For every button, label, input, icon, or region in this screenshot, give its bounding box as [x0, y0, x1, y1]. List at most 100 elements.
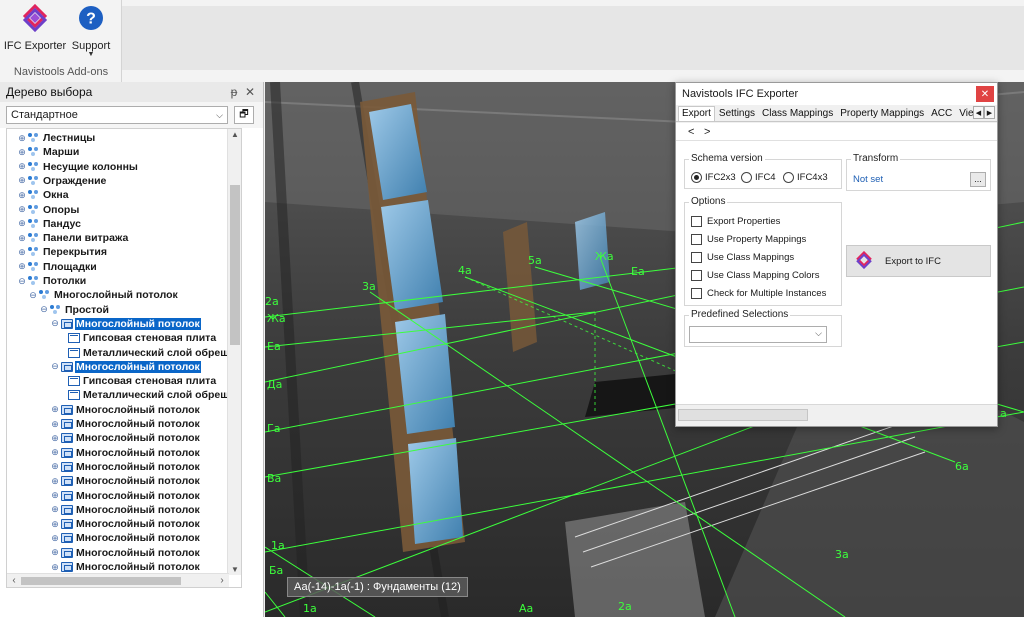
- back-icon[interactable]: <: [688, 126, 704, 138]
- collapse-icon[interactable]: ⊖: [39, 304, 49, 315]
- expand-icon[interactable]: ⊕: [17, 161, 27, 172]
- tree-node[interactable]: ⊕ Многослойный потолок: [50, 531, 201, 545]
- transform-value[interactable]: Not set: [853, 174, 883, 185]
- tab-export[interactable]: Export: [678, 106, 715, 121]
- expand-icon[interactable]: ⊕: [50, 504, 60, 515]
- tree-node[interactable]: ⊕ Многослойный потолок: [50, 503, 201, 517]
- tree-node[interactable]: ⊕ Многослойный потолок: [50, 546, 201, 560]
- tree-node[interactable]: ⊕ Опоры: [17, 203, 80, 217]
- pin-icon[interactable]: ᵽ: [227, 85, 241, 99]
- expand-icon[interactable]: ⊕: [50, 562, 60, 573]
- tree-node[interactable]: Гипсовая стеновая плита: [67, 331, 217, 345]
- checkbox-box[interactable]: [691, 252, 702, 263]
- scroll-up-icon[interactable]: ▲: [228, 130, 241, 139]
- tree-node[interactable]: ⊕ Пандус: [17, 217, 82, 231]
- tab-property-mappings[interactable]: Property Mappings: [837, 107, 927, 121]
- tree-node[interactable]: ⊖ Потолки: [17, 274, 87, 288]
- tree-node[interactable]: ⊕ Многослойный потолок: [50, 403, 201, 417]
- hscroll-thumb[interactable]: [21, 577, 181, 585]
- expand-icon[interactable]: ⊕: [17, 204, 27, 215]
- expand-icon[interactable]: ⊕: [50, 490, 60, 501]
- expand-icon[interactable]: ⊕: [50, 419, 60, 430]
- radio-ifc4x3[interactable]: IFC4x3: [783, 172, 828, 183]
- expand-icon[interactable]: ⊕: [17, 175, 27, 186]
- scroll-left-icon[interactable]: ‹: [7, 574, 21, 587]
- scroll-down-icon[interactable]: ▼: [228, 565, 241, 574]
- expand-icon[interactable]: ⊕: [50, 404, 60, 415]
- tree-node[interactable]: ⊕ Многослойный потолок: [50, 446, 201, 460]
- tree-node[interactable]: ⊕ Перекрытия: [17, 245, 108, 259]
- radio-ifc4[interactable]: IFC4: [741, 172, 776, 183]
- tree-node[interactable]: ⊖ Простой: [39, 303, 110, 317]
- tree-node[interactable]: ⊕ Многослойный потолок: [50, 474, 201, 488]
- expand-icon[interactable]: ⊕: [50, 461, 60, 472]
- tree-node[interactable]: Металлический слой обрешетки: [67, 346, 241, 360]
- checkbox-box[interactable]: [691, 288, 702, 299]
- expand-icon[interactable]: ⊕: [17, 147, 27, 158]
- checkbox-box[interactable]: [691, 216, 702, 227]
- tree-node[interactable]: ⊕ Многослойный потолок: [50, 460, 201, 474]
- tree-node[interactable]: ⊕ Лестницы: [17, 131, 96, 145]
- tab-scroll-left-icon[interactable]: ◀: [973, 106, 984, 119]
- radio-ifc4-button[interactable]: [741, 172, 752, 183]
- expand-icon[interactable]: ⊕: [17, 233, 27, 244]
- expand-icon[interactable]: ⊕: [50, 519, 60, 530]
- tree-node[interactable]: ⊕ Площадки: [17, 260, 98, 274]
- selection-tree[interactable]: ⊕ Лестницы ⊕ Марши ⊕ Несущие колонны ⊕ Огражден…: [6, 128, 242, 588]
- tree-node[interactable]: ⊕ Ограждение: [17, 174, 107, 188]
- vertical-scrollbar[interactable]: ▲ ▼: [227, 129, 241, 575]
- support-button[interactable]: ? Support ▼: [66, 4, 116, 58]
- transform-browse-button[interactable]: ...: [970, 172, 986, 187]
- close-icon[interactable]: ✕: [243, 85, 257, 99]
- expand-icon[interactable]: ⊕: [50, 433, 60, 444]
- tree-node[interactable]: ⊖ Многослойный потолок: [50, 317, 201, 331]
- collapse-icon[interactable]: ⊖: [50, 361, 60, 372]
- tree-node[interactable]: ⊕ Многослойный потолок: [50, 417, 201, 431]
- tab-settings[interactable]: Settings: [716, 107, 758, 121]
- close-icon[interactable]: ✕: [976, 86, 994, 102]
- expand-icon[interactable]: ⊕: [17, 218, 27, 229]
- tree-node[interactable]: ⊕ Несущие колонны: [17, 160, 139, 174]
- check-multiple-instances-checkbox[interactable]: Check for Multiple Instances: [691, 288, 826, 299]
- export-properties-checkbox[interactable]: Export Properties: [691, 216, 780, 227]
- expand-icon[interactable]: ⊕: [17, 133, 27, 144]
- expand-icon[interactable]: ⊕: [50, 547, 60, 558]
- use-property-mappings-checkbox[interactable]: Use Property Mappings: [691, 234, 806, 245]
- checkbox-box[interactable]: [691, 270, 702, 281]
- collapse-icon[interactable]: ⊖: [50, 318, 60, 329]
- tab-scroll-right-icon[interactable]: ▶: [984, 106, 995, 119]
- tree-options-button[interactable]: 🗗: [234, 106, 254, 124]
- tree-node[interactable]: ⊕ Окна: [17, 188, 70, 202]
- tree-node[interactable]: ⊖ Многослойный потолок: [50, 360, 201, 374]
- radio-ifc2x3[interactable]: IFC2x3: [691, 172, 736, 183]
- use-class-mapping-colors-checkbox[interactable]: Use Class Mapping Colors: [691, 270, 819, 281]
- expand-icon[interactable]: ⊕: [17, 261, 27, 272]
- predefined-selections-dropdown[interactable]: ⌵: [689, 326, 827, 343]
- scroll-right-icon[interactable]: ›: [215, 574, 229, 587]
- tree-node[interactable]: Металлический слой обрешетки: [67, 388, 241, 402]
- expand-icon[interactable]: ⊕: [50, 476, 60, 487]
- tree-node[interactable]: ⊕ Многослойный потолок: [50, 489, 201, 503]
- tree-node[interactable]: ⊕ Марши: [17, 145, 80, 159]
- checkbox-box[interactable]: [691, 234, 702, 245]
- tab-class-mappings[interactable]: Class Mappings: [759, 107, 836, 121]
- tree-node[interactable]: ⊕ Многослойный потолок: [50, 431, 201, 445]
- expand-icon[interactable]: ⊕: [50, 447, 60, 458]
- tree-node[interactable]: ⊕ Панели витража: [17, 231, 129, 245]
- tree-mode-dropdown[interactable]: Стандартное ⌵: [6, 106, 228, 124]
- expand-icon[interactable]: ⊕: [17, 190, 27, 201]
- forward-icon[interactable]: >: [704, 126, 720, 138]
- export-to-ifc-button[interactable]: Export to IFC: [846, 245, 991, 277]
- radio-ifc4x3-button[interactable]: [783, 172, 794, 183]
- collapse-icon[interactable]: ⊖: [28, 290, 38, 301]
- tab-acc[interactable]: ACC: [928, 107, 955, 121]
- use-class-mappings-checkbox[interactable]: Use Class Mappings: [691, 252, 794, 263]
- ifc-exporter-button[interactable]: IFC Exporter: [4, 3, 66, 52]
- radio-ifc2x3-button[interactable]: [691, 172, 702, 183]
- dialog-titlebar[interactable]: Navistools IFC Exporter ✕: [676, 83, 997, 105]
- collapse-icon[interactable]: ⊖: [17, 276, 27, 287]
- expand-icon[interactable]: ⊕: [17, 247, 27, 258]
- tree-node[interactable]: ⊕ Многослойный потолок: [50, 560, 201, 574]
- tree-node[interactable]: Гипсовая стеновая плита: [67, 374, 217, 388]
- tree-node[interactable]: ⊕ Многослойный потолок: [50, 517, 201, 531]
